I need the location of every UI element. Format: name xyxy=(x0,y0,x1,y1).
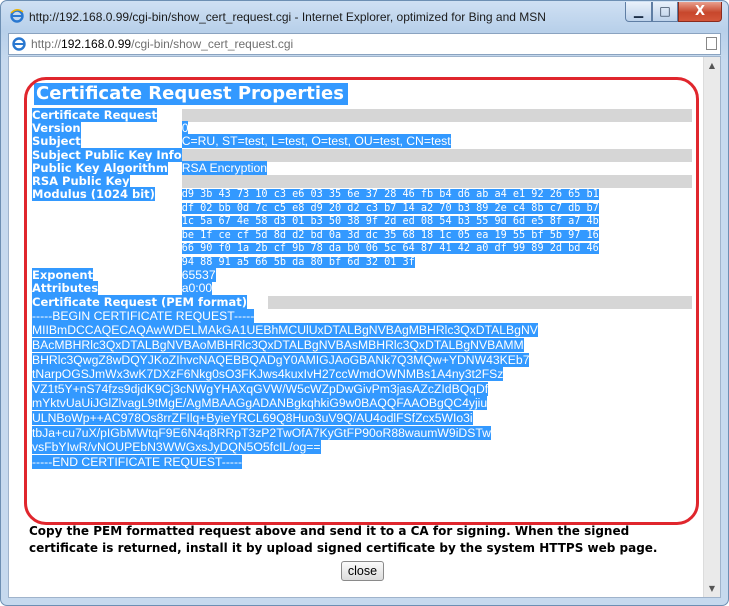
pem-label: Certificate Request (PEM format) xyxy=(32,294,248,309)
table-row: -----BEGIN CERTIFICATE REQUEST----- MIIB… xyxy=(32,308,692,470)
instructions-text: Copy the PEM formatted request above and… xyxy=(29,524,658,555)
ie-popup-window: http://192.168.0.99/cgi-bin/show_cert_re… xyxy=(0,0,729,606)
table-row: Exponent 65537 xyxy=(32,268,692,283)
row-label: Version xyxy=(32,121,81,136)
pem-line: BHRlc3QwgZ8wDQYJKoZIhvcNAQEBBQADgY0AMIGJ… xyxy=(32,352,530,367)
content-viewport: Certificate Request Properties Certifica… xyxy=(8,56,721,598)
row-label: Attributes xyxy=(32,281,99,296)
maximize-icon: □ xyxy=(659,4,671,18)
page-content: Certificate Request Properties Certifica… xyxy=(9,57,703,597)
table-row: Attributes a0:00 xyxy=(32,281,692,296)
pem-line: vsFbYIwR/vNOUPEbN3WWGxsJyDQN5O5fcIL/og== xyxy=(32,440,321,455)
table-row: Certificate Request (PEM format) xyxy=(32,294,692,309)
certificate-table: Certificate Request Version 0 Subject C=… xyxy=(32,108,692,470)
maximize-button[interactable]: □ xyxy=(652,2,678,22)
internet-explorer-icon xyxy=(12,37,26,51)
close-icon: X xyxy=(694,4,706,19)
table-row: Subject C=RU, ST=test, L=test, O=test, O… xyxy=(32,134,692,149)
minimize-icon: ▁ xyxy=(633,4,644,18)
pem-line: -----BEGIN CERTIFICATE REQUEST----- xyxy=(32,308,255,323)
row-label: Exponent xyxy=(32,268,94,283)
row-label: Subject xyxy=(32,134,81,149)
attributes-value: a0:00 xyxy=(181,281,213,296)
modulus-line: df 02 bb 0d 7c c5 e8 d9 20 d2 c3 b7 14 a… xyxy=(181,202,599,214)
pem-line: -----END CERTIFICATE REQUEST----- xyxy=(32,454,243,469)
window-title: http://192.168.0.99/cgi-bin/show_cert_re… xyxy=(29,10,546,24)
internet-explorer-icon xyxy=(10,9,24,23)
address-bar[interactable]: http://192.168.0.99/cgi-bin/show_cert_re… xyxy=(8,33,721,55)
close-window-button[interactable]: X xyxy=(678,2,722,22)
scroll-up-icon[interactable]: ▲ xyxy=(704,57,720,74)
pem-line: ULNBoWp++AC978Os8rrZFIlq+ByieYRCL69Q8Huo… xyxy=(32,410,473,425)
table-row: Certificate Request xyxy=(32,108,692,123)
modulus-line: be 1f ce cf 5d 8d d2 bd 0a 3d dc 35 68 1… xyxy=(181,229,599,241)
modulus-line: 1c 5a 67 4e 58 d3 01 b3 50 38 9f 2d ed 0… xyxy=(181,216,599,228)
row-label: Public Key Algorithm xyxy=(32,160,168,175)
pem-line: VZ1t5Y+nS74fzs9djdK9Cj3cNWgYHAXqGVW/W5cW… xyxy=(32,381,489,396)
pem-line: BAcMBHRlc3QxDTALBgNVBAoMBHRlc3QxDTALBgNV… xyxy=(32,338,524,353)
pem-line: tbJa+cu7uX/pIGbMWtqF9E6N4q8RRpT3zP2TwOfA… xyxy=(32,425,491,440)
page-icon[interactable] xyxy=(706,37,717,50)
exponent-value: 65537 xyxy=(181,268,216,283)
table-row: Public Key Algorithm RSA Encryption xyxy=(32,160,692,175)
row-label: RSA Public Key xyxy=(32,174,130,189)
minimize-button[interactable]: ▁ xyxy=(625,2,652,22)
title-bar[interactable]: http://192.168.0.99/cgi-bin/show_cert_re… xyxy=(1,1,728,33)
row-label: Modulus (1024 bit) xyxy=(32,187,155,202)
row-label: Certificate Request xyxy=(32,108,157,122)
page-title: Certificate Request Properties xyxy=(34,83,348,105)
table-row: Modulus (1024 bit) d9 3b 43 73 10 c3 e6 … xyxy=(32,187,692,269)
vertical-scrollbar[interactable]: ▲ ▼ xyxy=(703,57,720,597)
pem-line: MIIBmDCCAQECAQAwWDELMAkGA1UEBhMCUlUxDTAL… xyxy=(32,323,538,338)
modulus-line: 66 90 f0 1a 2b cf 9b 78 da b0 06 5c 64 8… xyxy=(181,243,599,255)
subject-value: C=RU, ST=test, L=test, O=test, OU=test, … xyxy=(181,134,451,149)
table-row: Subject Public Key Info xyxy=(32,147,692,162)
pem-line: mYktvUaUiJGlZlvagL9tMgE/AgMBAAGgADANBgkq… xyxy=(32,396,488,411)
row-label: Subject Public Key Info xyxy=(32,147,182,162)
algorithm-value: RSA Encryption xyxy=(181,160,268,175)
modulus-line: 94 88 91 a5 66 5b da 80 bf 6d 32 01 3f xyxy=(181,256,415,268)
pem-line: tNarpOGSJmWx3wK7DXzF6Nkg0sO3FKJws4kuxIvH… xyxy=(32,367,504,382)
pem-block[interactable]: -----BEGIN CERTIFICATE REQUEST----- MIIB… xyxy=(32,308,692,470)
scroll-down-icon[interactable]: ▼ xyxy=(704,580,720,597)
close-button[interactable]: close xyxy=(341,561,384,581)
modulus-line: d9 3b 43 73 10 c3 e6 03 35 6e 37 28 46 f… xyxy=(181,189,599,201)
version-value: 0 xyxy=(181,121,189,136)
address-url: http://192.168.0.99/cgi-bin/show_cert_re… xyxy=(31,37,294,51)
